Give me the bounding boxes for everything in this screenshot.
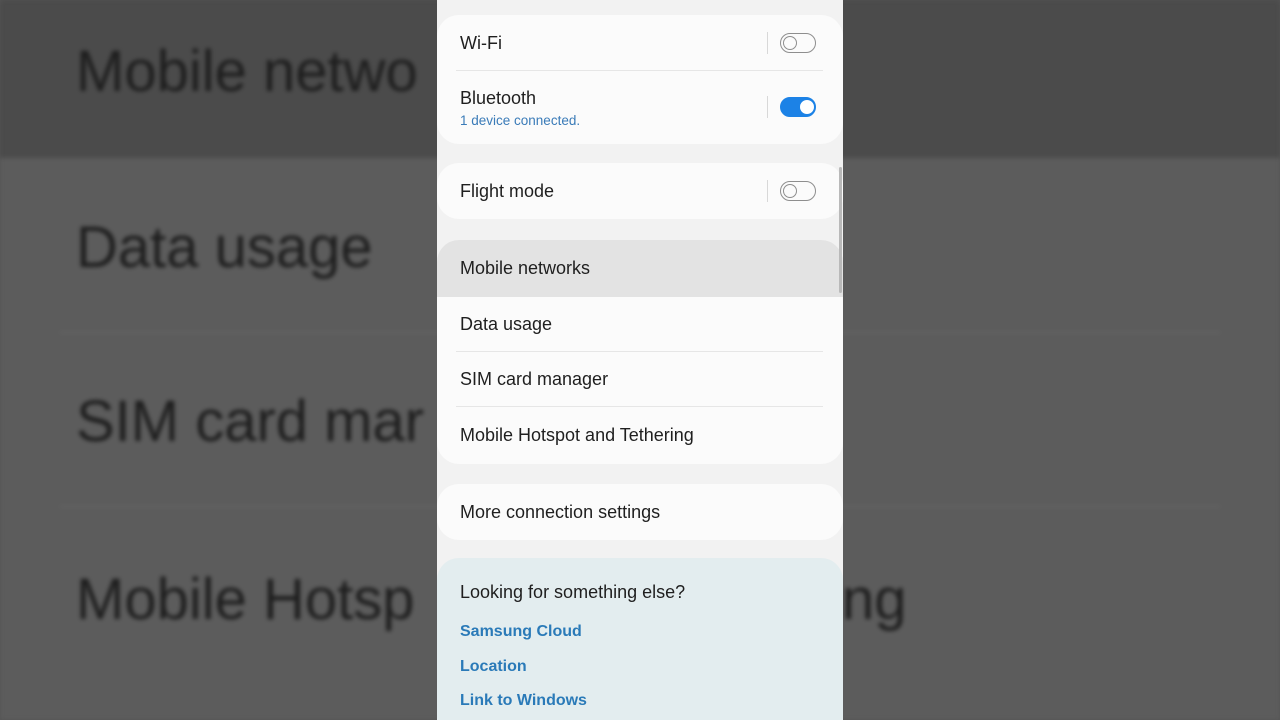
background-text: Data usage: [76, 215, 373, 280]
background-text: Mobile netwo: [76, 39, 418, 104]
more-connection-settings-row[interactable]: More connection settings: [437, 484, 843, 540]
mobile-networks-label: Mobile networks: [460, 258, 591, 278]
location-link[interactable]: Location: [460, 658, 527, 676]
bluetooth-toggle[interactable]: [780, 97, 816, 117]
flight-mode-label: Flight mode: [460, 181, 555, 201]
connections-settings-screen: Wi-Fi Bluetooth 1 device connected. Flig…: [437, 0, 843, 720]
toggle-separator: [767, 180, 768, 202]
data-usage-row[interactable]: Data usage: [437, 297, 843, 352]
sim-card-manager-label: SIM card manager: [460, 369, 609, 389]
bluetooth-label: Bluetooth: [460, 88, 537, 108]
sim-card-manager-row[interactable]: SIM card manager: [437, 352, 843, 407]
toggle-separator: [767, 96, 768, 118]
networks-card: Mobile networks Data usage SIM card mana…: [437, 240, 843, 464]
flight-mode-card: Flight mode: [437, 163, 843, 219]
toggle-knob: [782, 183, 797, 198]
toggle-knob: [799, 99, 814, 114]
wireless-card: Wi-Fi Bluetooth 1 device connected.: [437, 15, 843, 144]
mobile-hotspot-row[interactable]: Mobile Hotspot and Tethering: [437, 407, 843, 464]
bluetooth-status: 1 device connected.: [460, 113, 581, 128]
wifi-label: Wi-Fi: [460, 33, 502, 53]
background-text: Mobile Hotsp: [76, 567, 415, 632]
mobile-hotspot-label: Mobile Hotspot and Tethering: [460, 425, 694, 445]
mobile-networks-row[interactable]: Mobile networks: [437, 240, 843, 297]
link-to-windows-link[interactable]: Link to Windows: [460, 692, 587, 710]
bluetooth-row[interactable]: Bluetooth 1 device connected.: [437, 71, 843, 144]
data-usage-label: Data usage: [460, 314, 553, 334]
scrollbar[interactable]: [839, 167, 842, 293]
background-text: ng: [842, 567, 907, 632]
toggle-separator: [767, 32, 768, 54]
flight-mode-toggle[interactable]: [780, 181, 816, 201]
background-text: SIM card mar: [76, 389, 425, 454]
more-settings-card: More connection settings: [437, 484, 843, 540]
suggestions-title: Looking for something else?: [460, 582, 686, 602]
flight-mode-row[interactable]: Flight mode: [437, 163, 843, 219]
toggle-knob: [782, 35, 797, 50]
wifi-toggle[interactable]: [780, 33, 816, 53]
wifi-row[interactable]: Wi-Fi: [437, 15, 843, 71]
suggestions-card: Looking for something else? Samsung Clou…: [437, 558, 843, 720]
samsung-cloud-link[interactable]: Samsung Cloud: [460, 623, 582, 641]
more-connection-settings-label: More connection settings: [460, 502, 661, 522]
